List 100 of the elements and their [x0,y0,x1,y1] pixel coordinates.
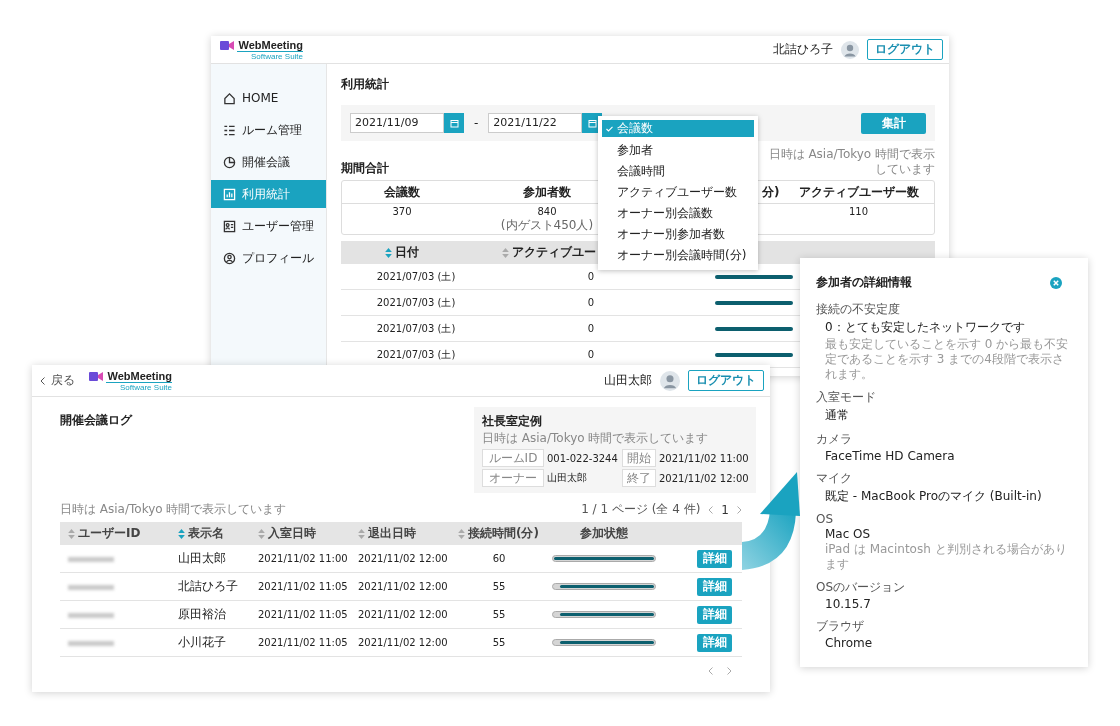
blurred-text [68,613,114,618]
field-value: 山田太郎 [547,471,588,485]
table-cell: 0 [587,297,595,308]
field-note: iPad は Macintosh と判別される場合があります [824,542,1068,572]
sidebar-item[interactable]: 開催会議 [211,148,326,176]
field-value: 2021/11/02 12:00 [659,472,749,484]
pie-chart-icon [223,155,236,169]
menu-option[interactable]: オーナー別参加者数 [602,224,754,245]
stat-value: 110 [848,206,869,217]
field-value: 既定 - MacBook Proのマイク (Built-in) [824,488,1043,505]
table-cell: 0 [587,349,595,360]
user-circle-icon [223,251,236,265]
field-value: Mac OS [824,527,872,541]
sidebar-item[interactable]: プロフィール [211,244,326,272]
list-icon [223,123,236,137]
blurred-text [68,557,114,562]
page-title: 開催会議ログ [60,412,132,429]
home-icon [223,91,236,105]
table-cell: 60 [492,553,506,564]
field-label: マイク [816,470,853,487]
sort-icon[interactable] [385,247,392,258]
table-cell: 2021/11/02 12:00 [358,609,448,620]
check-icon [606,125,613,132]
column-heading: アクティブユーザー数 [798,184,919,199]
sidebar-item[interactable]: ユーザー管理 [211,212,326,240]
chevron-left-icon[interactable] [708,667,713,675]
table-cell: 小川花子 [178,635,226,649]
table-cell: 55 [492,609,506,620]
field-label: カメラ [816,431,853,448]
field-value: 0：とても安定したネットワークです [824,319,1026,336]
menu-option[interactable]: 会議時間 [602,161,754,182]
stat-value: 370 [392,206,412,217]
back-link[interactable]: 戻る [40,372,75,389]
timezone-note: 日時は Asia/Tokyo 時間で表示しています [767,147,935,177]
column-heading: アクティブユー [512,244,596,261]
field-label: 入室モード [816,389,877,406]
section-title: 期間合計 [341,160,389,177]
date-field[interactable]: 2021/11/22 [488,113,583,133]
chevron-right-icon[interactable] [737,505,742,514]
field-label: 開始 [622,449,656,467]
column-heading: 表示名 [188,525,224,542]
field-value: FaceTime HD Camera [824,449,956,463]
page-title: 利用統計 [341,76,390,92]
logo-wordmark: WebMeeting [107,369,173,382]
menu-option[interactable]: 参加者 [602,140,754,161]
table-cell: 2021/07/03 (土) [376,322,456,334]
field-value: 001-022-3244 [547,452,619,464]
column-heading: 入室日時 [268,525,316,542]
sort-icon[interactable] [458,528,465,539]
avatar-icon [841,40,859,59]
blurred-text [68,641,114,646]
id-card-icon [223,219,236,233]
page-summary: 1 / 1 ページ (全 4 件) [581,501,701,518]
field-label: 接続の不安定度 [816,301,901,318]
field-label: 終了 [622,469,656,487]
field-label: OSのバージョン [816,579,907,596]
field-value: 2021/11/02 11:00 [659,452,749,464]
chevron-right-icon[interactable] [727,667,732,675]
logout-button[interactable]: ログアウト [688,370,764,391]
logo-tagline: Software Suite [106,381,173,392]
table-cell: 55 [492,581,506,592]
sort-icon[interactable] [258,528,265,539]
table-cell: 2021/11/02 11:00 [258,553,348,564]
date-field[interactable]: 2021/11/09 [350,113,444,133]
field-value: Chrome [824,636,874,650]
sidebar-item[interactable]: HOME [211,84,326,112]
logo-tagline: Software Suite [237,50,304,61]
chevron-left-icon[interactable] [708,505,714,514]
field-value: 10.15.7 [824,597,872,611]
sort-icon[interactable] [178,528,185,539]
timezone-note: 日時は Asia/Tokyo 時間で表示しています [482,430,710,447]
column-heading: 接続時間(分) [468,525,539,542]
column-heading: 会議数 [384,184,420,199]
table-cell: 2021/11/02 12:00 [358,581,448,592]
menu-option[interactable]: アクティブユーザー数 [602,182,754,203]
menu-option[interactable]: オーナー別会議時間(分) [602,245,754,266]
table-cell: 北詰ひろ子 [178,579,238,593]
column-heading: 退出日時 [368,525,416,542]
column-heading: 分) [762,184,780,199]
field-note: 最も安定していることを示す 0 から最も不安定であることを示す 3 までの4段階で表示されます。 [824,337,1070,382]
logout-button[interactable]: ログアウト [867,39,943,60]
user-name: 北詰ひろ子 [773,41,833,58]
field-label: ブラウザ [816,618,865,635]
close-icon[interactable] [1050,276,1062,289]
calendar-button[interactable] [444,113,464,133]
table-cell: 2021/11/02 12:00 [358,553,448,564]
meeting-title: 社長室定例 [482,413,543,430]
table-cell: 原田裕治 [178,607,226,621]
panel-title: 参加者の詳細情報 [816,274,912,291]
sidebar-item[interactable]: ルーム管理 [211,116,326,144]
sort-icon[interactable] [68,528,75,539]
menu-option[interactable]: オーナー別会議数 [602,203,754,224]
table-cell: 2021/07/03 (土) [376,270,456,282]
sort-icon[interactable] [358,528,365,539]
column-heading: ユーザーID [78,525,141,542]
sort-icon[interactable] [502,247,509,258]
page-number[interactable]: 1 [721,502,729,517]
table-cell: 0 [587,271,595,282]
stat-value: 840 [537,206,557,217]
table-cell: 2021/11/02 11:05 [258,637,348,648]
